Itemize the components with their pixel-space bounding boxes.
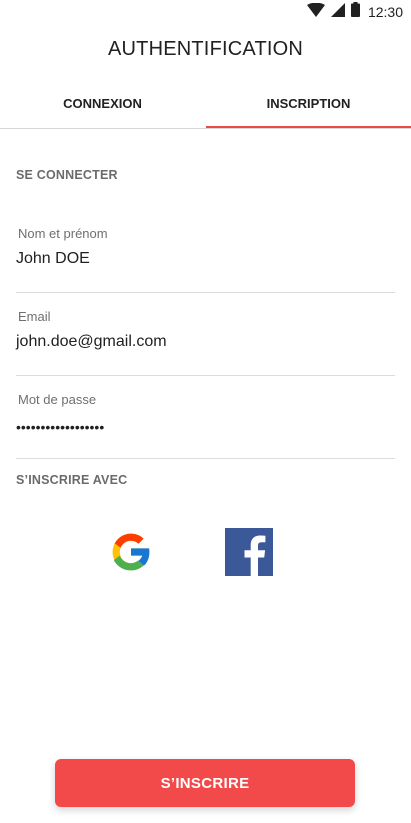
google-signin-button[interactable] xyxy=(107,528,155,576)
status-bar: 12:30 xyxy=(0,0,411,24)
name-input[interactable]: John DOE xyxy=(16,250,395,268)
signup-button[interactable]: S’INSCRIRE xyxy=(55,759,355,807)
form-section-title: SE CONNECTER xyxy=(16,168,118,182)
tab-bar: CONNEXION INSCRIPTION xyxy=(0,80,411,129)
active-tab-indicator xyxy=(206,126,411,128)
page-title: AUTHENTIFICATION xyxy=(107,38,304,60)
password-input[interactable]: •••••••••••••••••• xyxy=(16,419,395,435)
tab-connexion[interactable]: CONNEXION xyxy=(0,80,205,127)
name-field: Nom et prénom John DOE xyxy=(16,226,395,293)
wifi-icon xyxy=(306,2,325,22)
tab-inscription[interactable]: INSCRIPTION xyxy=(206,80,411,127)
password-field: Mot de passe •••••••••••••••••• xyxy=(16,392,395,459)
status-time: 12:30 xyxy=(367,4,403,20)
facebook-signin-button[interactable] xyxy=(225,528,273,576)
google-icon xyxy=(107,533,155,580)
email-field-label: Email xyxy=(18,309,51,324)
cellular-signal-icon xyxy=(330,2,345,22)
name-field-label: Nom et prénom xyxy=(18,226,108,241)
password-field-label: Mot de passe xyxy=(18,392,97,407)
facebook-icon xyxy=(225,528,273,580)
status-icons: 12:30 xyxy=(306,2,403,22)
email-field: Email john.doe@gmail.com xyxy=(16,309,395,376)
email-input[interactable]: john.doe@gmail.com xyxy=(16,333,395,351)
social-section-title: S’INSCRIRE AVEC xyxy=(16,473,128,487)
battery-icon xyxy=(350,2,360,22)
